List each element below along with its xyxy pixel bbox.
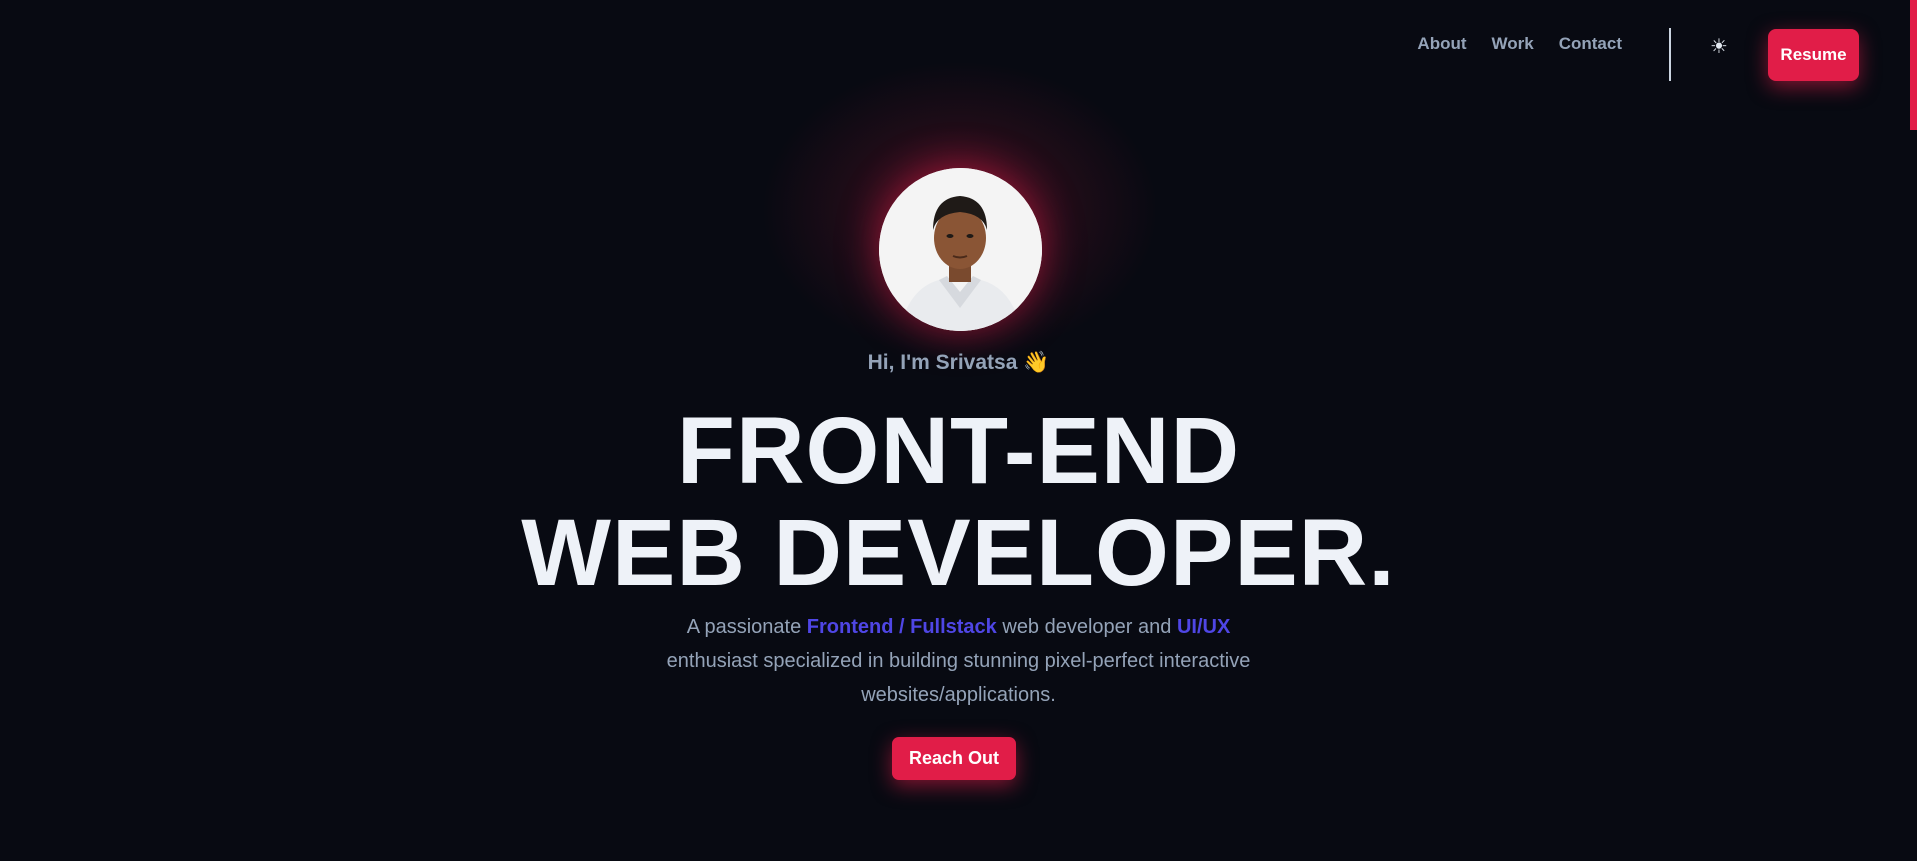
nav-links: About Work Contact — [1417, 34, 1622, 54]
description-text-1: A passionate — [686, 616, 807, 638]
sun-icon[interactable]: ☀ — [1706, 33, 1732, 59]
headline-line-1: FRONT-END — [676, 398, 1241, 504]
greeting-text: Hi, I'm Srivatsa 👋 — [867, 351, 1050, 374]
description-text-3: enthusiast specialized in building stunn… — [666, 650, 1251, 706]
headline: FRONT-END WEB DEVELOPER. — [0, 400, 1917, 604]
avatar — [879, 168, 1042, 331]
reach-out-button[interactable]: Reach Out — [892, 737, 1016, 780]
description-highlight-frontend: Frontend / Fullstack — [806, 616, 997, 638]
nav-divider — [1669, 28, 1671, 81]
headline-line-2: WEB DEVELOPER. — [521, 500, 1396, 606]
nav-link-work[interactable]: Work — [1492, 34, 1534, 54]
page: About Work Contact ☀ Resume Hi, I'm Sriv… — [0, 0, 1917, 861]
nav-link-about[interactable]: About — [1417, 34, 1466, 54]
hero-description: A passionate Frontend / Fullstack web de… — [640, 610, 1277, 712]
nav-link-contact[interactable]: Contact — [1559, 34, 1622, 54]
avatar-illustration — [879, 168, 1042, 331]
description-highlight-uiux: UI/UX — [1176, 616, 1231, 638]
resume-button[interactable]: Resume — [1768, 29, 1859, 81]
description-text-2: web developer and — [996, 616, 1177, 638]
